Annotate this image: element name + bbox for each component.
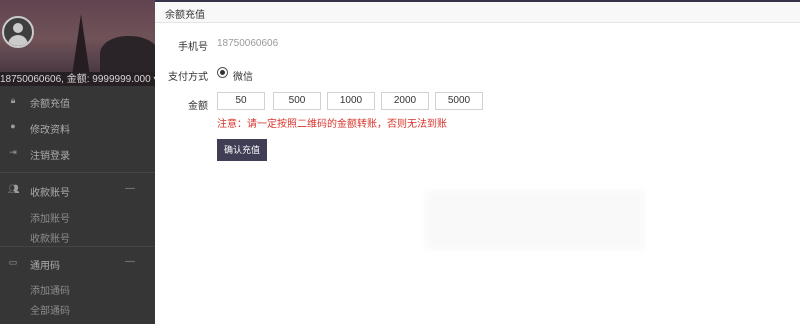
panel-header: 余额充值 — [155, 2, 800, 23]
amount-option-1000[interactable]: 1000 — [327, 92, 375, 110]
sidebar: 18750060606, 金额: 9999999.000 ▾ 🔒︎ 余额充值 ●… — [0, 0, 155, 324]
phone-value: 18750060606 — [217, 38, 279, 49]
faint-qr-area — [425, 190, 645, 250]
wechat-radio-label[interactable]: 微信 — [233, 68, 253, 83]
amount-option-5000[interactable]: 5000 — [435, 92, 483, 110]
modal-backdrop[interactable] — [0, 0, 155, 324]
transfer-notice: 注意：请一定按照二维码的金额转账，否则无法到账 — [217, 119, 447, 130]
phone-label: 手机号 — [178, 42, 208, 53]
amount-option-500[interactable]: 500 — [273, 92, 321, 110]
panel-title: 余额充值 — [165, 10, 205, 21]
amount-option-2000[interactable]: 2000 — [381, 92, 429, 110]
amount-label: 金额 — [188, 101, 208, 112]
wechat-radio[interactable] — [217, 67, 228, 78]
confirm-recharge-button[interactable]: 确认充值 — [217, 139, 267, 161]
pay-method-label: 支付方式 — [168, 72, 208, 83]
amount-option-50[interactable]: 50 — [217, 92, 265, 110]
